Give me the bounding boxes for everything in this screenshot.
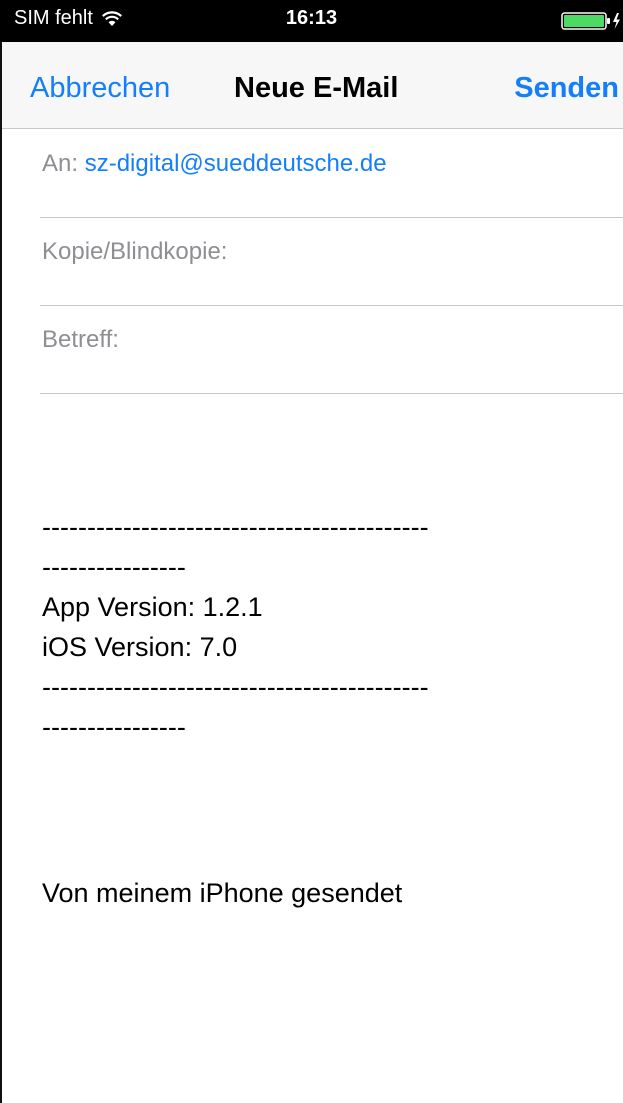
body-separator-line: ----------------------------------------…: [42, 512, 429, 542]
cc-bcc-label: Kopie/Blindkopie:: [42, 238, 228, 265]
status-bar: SIM fehlt 16:13: [0, 0, 623, 42]
send-button[interactable]: Senden: [514, 72, 619, 105]
app-version-text: App Version: 1.2.1: [42, 592, 263, 622]
navigation-bar: Abbrechen Neue E-Mail Senden: [2, 42, 623, 129]
recipient-address[interactable]: sz-digital@sueddeutsche.de: [85, 150, 387, 177]
body-separator-line: ----------------: [42, 552, 186, 582]
subject-label: Betreff:: [42, 326, 119, 353]
message-body[interactable]: ----------------------------------------…: [42, 507, 617, 747]
ios-version-text: iOS Version: 7.0: [42, 632, 238, 662]
battery-charging-icon: [561, 12, 620, 30]
cc-bcc-field[interactable]: Kopie/Blindkopie:: [40, 218, 623, 306]
subject-field[interactable]: Betreff:: [40, 306, 623, 394]
to-label: An:: [42, 150, 79, 177]
screen-edge: [0, 0, 2, 1103]
page-title: Neue E-Mail: [234, 72, 399, 104]
email-signature: Von meinem iPhone gesendet: [42, 878, 403, 908]
to-field-content[interactable]: An: sz-digital@sueddeutsche.de: [42, 150, 387, 178]
body-separator-line: ----------------------------------------…: [42, 672, 429, 702]
body-separator-line: ----------------: [42, 712, 186, 742]
to-field[interactable]: An: sz-digital@sueddeutsche.de: [40, 130, 623, 218]
cancel-button[interactable]: Abbrechen: [30, 72, 170, 105]
status-time: 16:13: [285, 7, 338, 29]
